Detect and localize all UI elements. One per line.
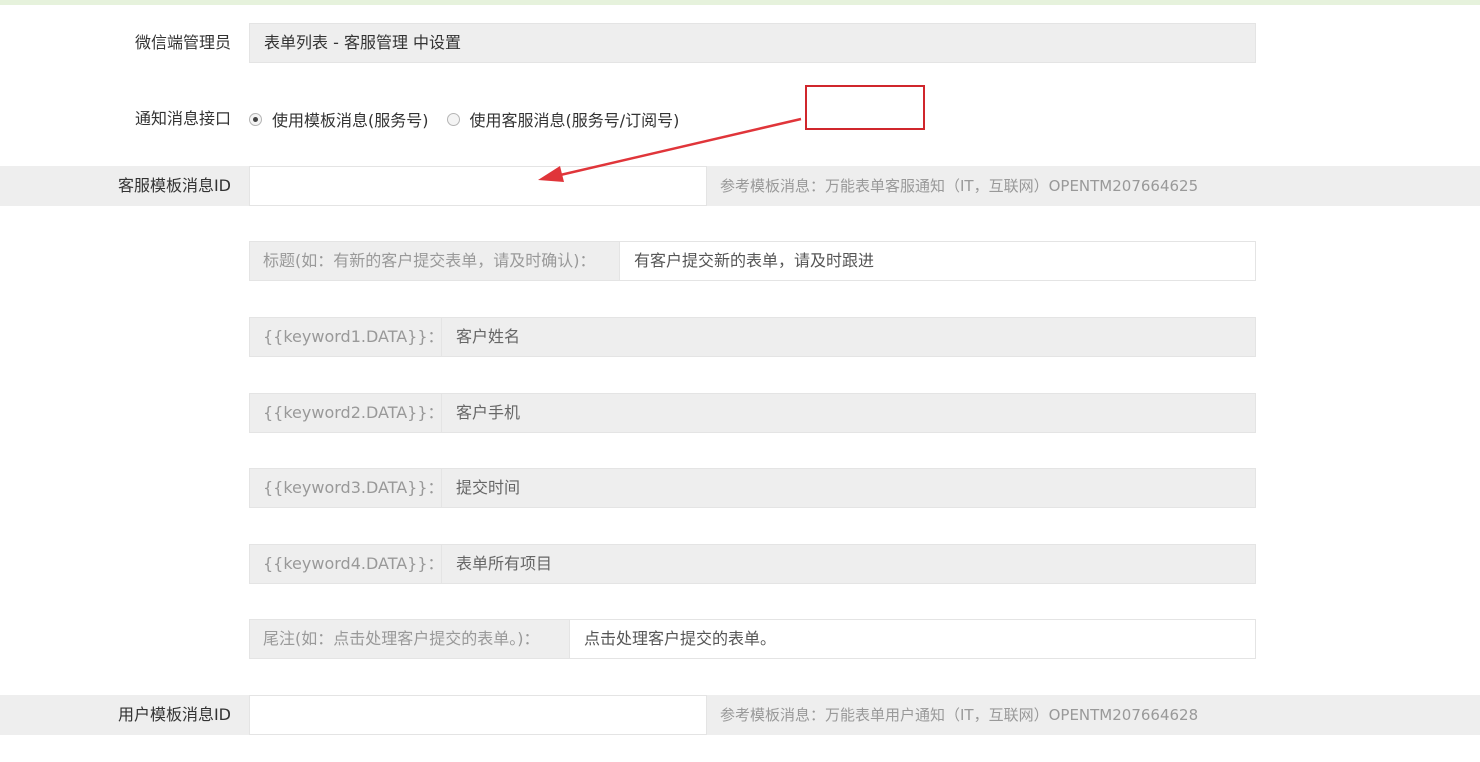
annotation-arrow-icon (538, 117, 802, 182)
